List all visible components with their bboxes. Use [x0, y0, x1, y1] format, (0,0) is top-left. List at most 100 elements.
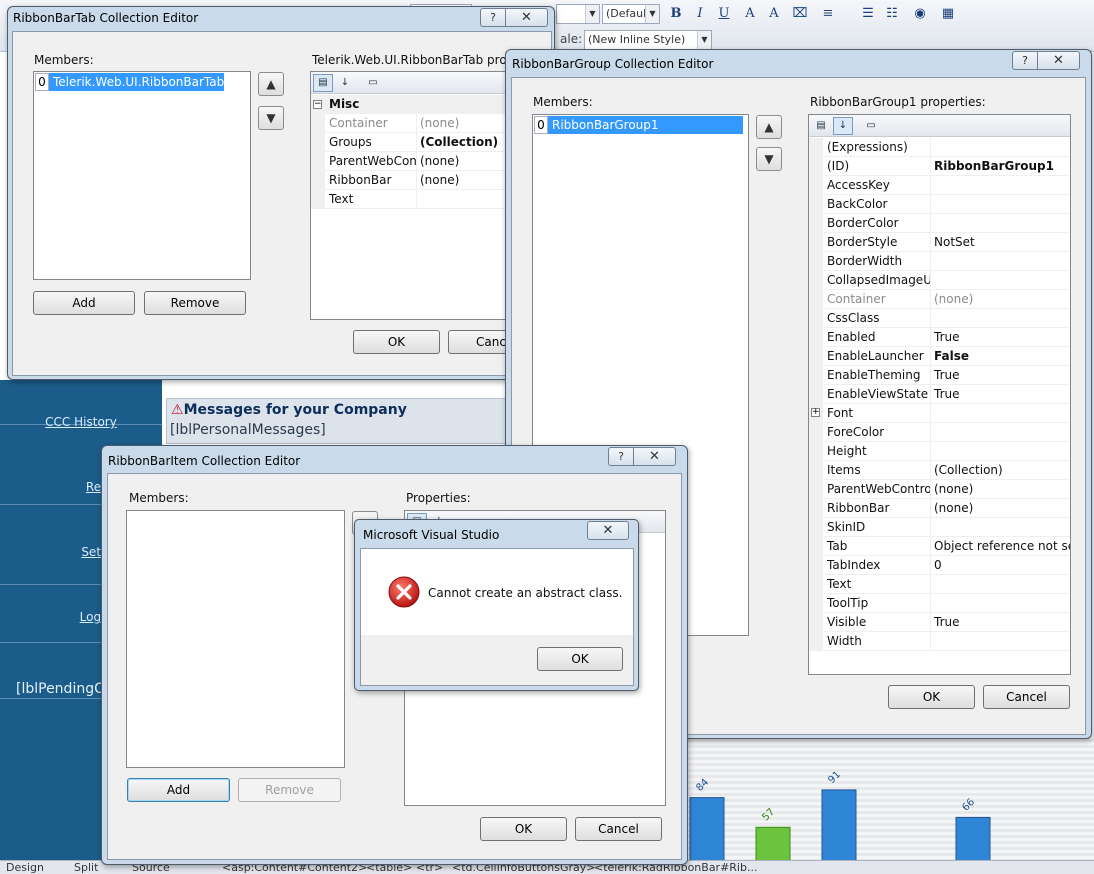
property-row[interactable]: Groups (Collection): [311, 133, 519, 152]
property-value[interactable]: (none): [931, 499, 1070, 518]
clear-format-icon[interactable]: ⌧: [790, 4, 810, 24]
ok-button[interactable]: OK: [537, 647, 623, 671]
add-button[interactable]: Add: [127, 778, 230, 802]
property-value[interactable]: [931, 195, 1070, 214]
ok-button[interactable]: OK: [353, 330, 440, 354]
property-value[interactable]: True: [931, 328, 1070, 347]
help-icon[interactable]: ?: [1012, 51, 1038, 70]
help-icon[interactable]: ?: [480, 8, 506, 27]
property-value[interactable]: [417, 190, 519, 209]
font-combo[interactable]: ▼: [556, 4, 600, 24]
property-value[interactable]: (none): [931, 290, 1070, 309]
property-row[interactable]: ParentWebContr (none): [311, 152, 519, 171]
help-icon[interactable]: ?: [608, 447, 634, 466]
property-row[interactable]: Width: [809, 632, 1070, 651]
property-value[interactable]: Object reference not set to: [931, 537, 1070, 556]
target-rule-combo[interactable]: (New Inline Style) ▼: [584, 30, 712, 50]
close-icon[interactable]: ✕: [505, 8, 548, 27]
close-icon[interactable]: ✕: [633, 447, 676, 466]
property-row[interactable]: Container (none): [809, 290, 1070, 309]
close-icon[interactable]: ✕: [1037, 51, 1080, 70]
property-value[interactable]: [931, 138, 1070, 157]
add-button[interactable]: Add: [33, 291, 135, 315]
members-list[interactable]: [126, 510, 345, 768]
property-value[interactable]: [931, 518, 1070, 537]
property-row[interactable]: BorderStyle NotSet: [809, 233, 1070, 252]
move-up-button[interactable]: ▲: [258, 72, 284, 96]
members-list[interactable]: 0 Telerik.Web.UI.RibbonBarTab: [33, 71, 251, 280]
property-row[interactable]: Container (none): [311, 114, 519, 133]
remove-button[interactable]: Remove: [144, 291, 246, 315]
property-value[interactable]: [931, 442, 1070, 461]
property-row[interactable]: Text: [311, 190, 519, 209]
property-value[interactable]: [931, 252, 1070, 271]
alphabetical-icon[interactable]: ↓: [833, 117, 853, 135]
property-row[interactable]: RibbonBar (none): [311, 171, 519, 190]
property-value[interactable]: (none): [417, 152, 519, 171]
globe-icon[interactable]: ◉: [910, 4, 930, 24]
property-value[interactable]: [931, 309, 1070, 328]
property-row[interactable]: ForeColor: [809, 423, 1070, 442]
alphabetical-icon[interactable]: ↓: [335, 74, 355, 92]
property-value[interactable]: [931, 423, 1070, 442]
move-down-button[interactable]: ▼: [756, 147, 782, 171]
property-value[interactable]: (none): [931, 480, 1070, 499]
property-row[interactable]: ToolTip: [809, 594, 1070, 613]
property-row[interactable]: BorderWidth: [809, 252, 1070, 271]
property-value[interactable]: [931, 214, 1070, 233]
move-up-button[interactable]: ▲: [756, 115, 782, 139]
property-value[interactable]: NotSet: [931, 233, 1070, 252]
close-icon[interactable]: ✕: [587, 521, 629, 540]
property-value[interactable]: True: [931, 385, 1070, 404]
nav-link-ccc-history[interactable]: CCC History: [0, 415, 162, 429]
property-row[interactable]: Items (Collection): [809, 461, 1070, 480]
categorized-icon[interactable]: ▤: [313, 74, 333, 92]
property-value[interactable]: False: [931, 347, 1070, 366]
property-row[interactable]: RibbonBar (none): [809, 499, 1070, 518]
property-row[interactable]: CollapsedImageUrl: [809, 271, 1070, 290]
ok-button[interactable]: OK: [480, 817, 567, 841]
property-row[interactable]: TabObject reference not set to: [809, 537, 1070, 556]
property-value[interactable]: 0: [931, 556, 1070, 575]
status-tab-split[interactable]: Split: [74, 861, 98, 874]
italic-button[interactable]: I: [690, 4, 710, 24]
property-value[interactable]: True: [931, 613, 1070, 632]
property-value[interactable]: [931, 271, 1070, 290]
property-row[interactable]: CssClass: [809, 309, 1070, 328]
status-tab-design[interactable]: Design: [6, 861, 44, 874]
property-pages-icon[interactable]: ▭: [363, 74, 383, 92]
remove-button[interactable]: Remove: [238, 778, 341, 802]
list-item[interactable]: 0 Telerik.Web.UI.RibbonBarTab: [35, 73, 249, 91]
property-value[interactable]: [931, 176, 1070, 195]
categorized-icon[interactable]: ▤: [811, 117, 831, 135]
expand-icon[interactable]: +: [811, 408, 820, 417]
property-value[interactable]: (Collection): [931, 461, 1070, 480]
property-pages-icon[interactable]: ▭: [861, 117, 881, 135]
property-row[interactable]: BackColor: [809, 195, 1070, 214]
cancel-button[interactable]: Cancel: [983, 685, 1070, 709]
property-row[interactable]: + Font: [809, 404, 1070, 423]
property-row[interactable]: EnableLauncher False: [809, 347, 1070, 366]
property-row[interactable]: AccessKey: [809, 176, 1070, 195]
numbering-icon[interactable]: ☷: [882, 4, 902, 24]
property-value[interactable]: True: [931, 366, 1070, 385]
property-row[interactable]: EnableTheming True: [809, 366, 1070, 385]
move-down-button[interactable]: ▼: [258, 106, 284, 130]
underline-button[interactable]: U: [714, 4, 734, 24]
property-value[interactable]: RibbonBarGroup1: [931, 157, 1070, 176]
property-row[interactable]: SkinID: [809, 518, 1070, 537]
property-row[interactable]: EnableViewState True: [809, 385, 1070, 404]
property-row[interactable]: (ID) RibbonBarGroup1: [809, 157, 1070, 176]
property-grid[interactable]: ▤ ↓ ▭ − Misc Container (none) Groups (Colle…: [310, 71, 520, 320]
property-row[interactable]: (Expressions): [809, 138, 1070, 157]
property-value[interactable]: [931, 575, 1070, 594]
property-row[interactable]: TabIndex 0: [809, 556, 1070, 575]
highlight-button[interactable]: A: [764, 4, 784, 24]
property-row[interactable]: Visible True: [809, 613, 1070, 632]
property-row[interactable]: Height: [809, 442, 1070, 461]
property-row[interactable]: Enabled True: [809, 328, 1070, 347]
category-row[interactable]: − Misc: [311, 95, 519, 114]
bullets-icon[interactable]: ☰: [858, 4, 878, 24]
bold-button[interactable]: B: [666, 4, 686, 24]
property-value[interactable]: (none): [417, 171, 519, 190]
